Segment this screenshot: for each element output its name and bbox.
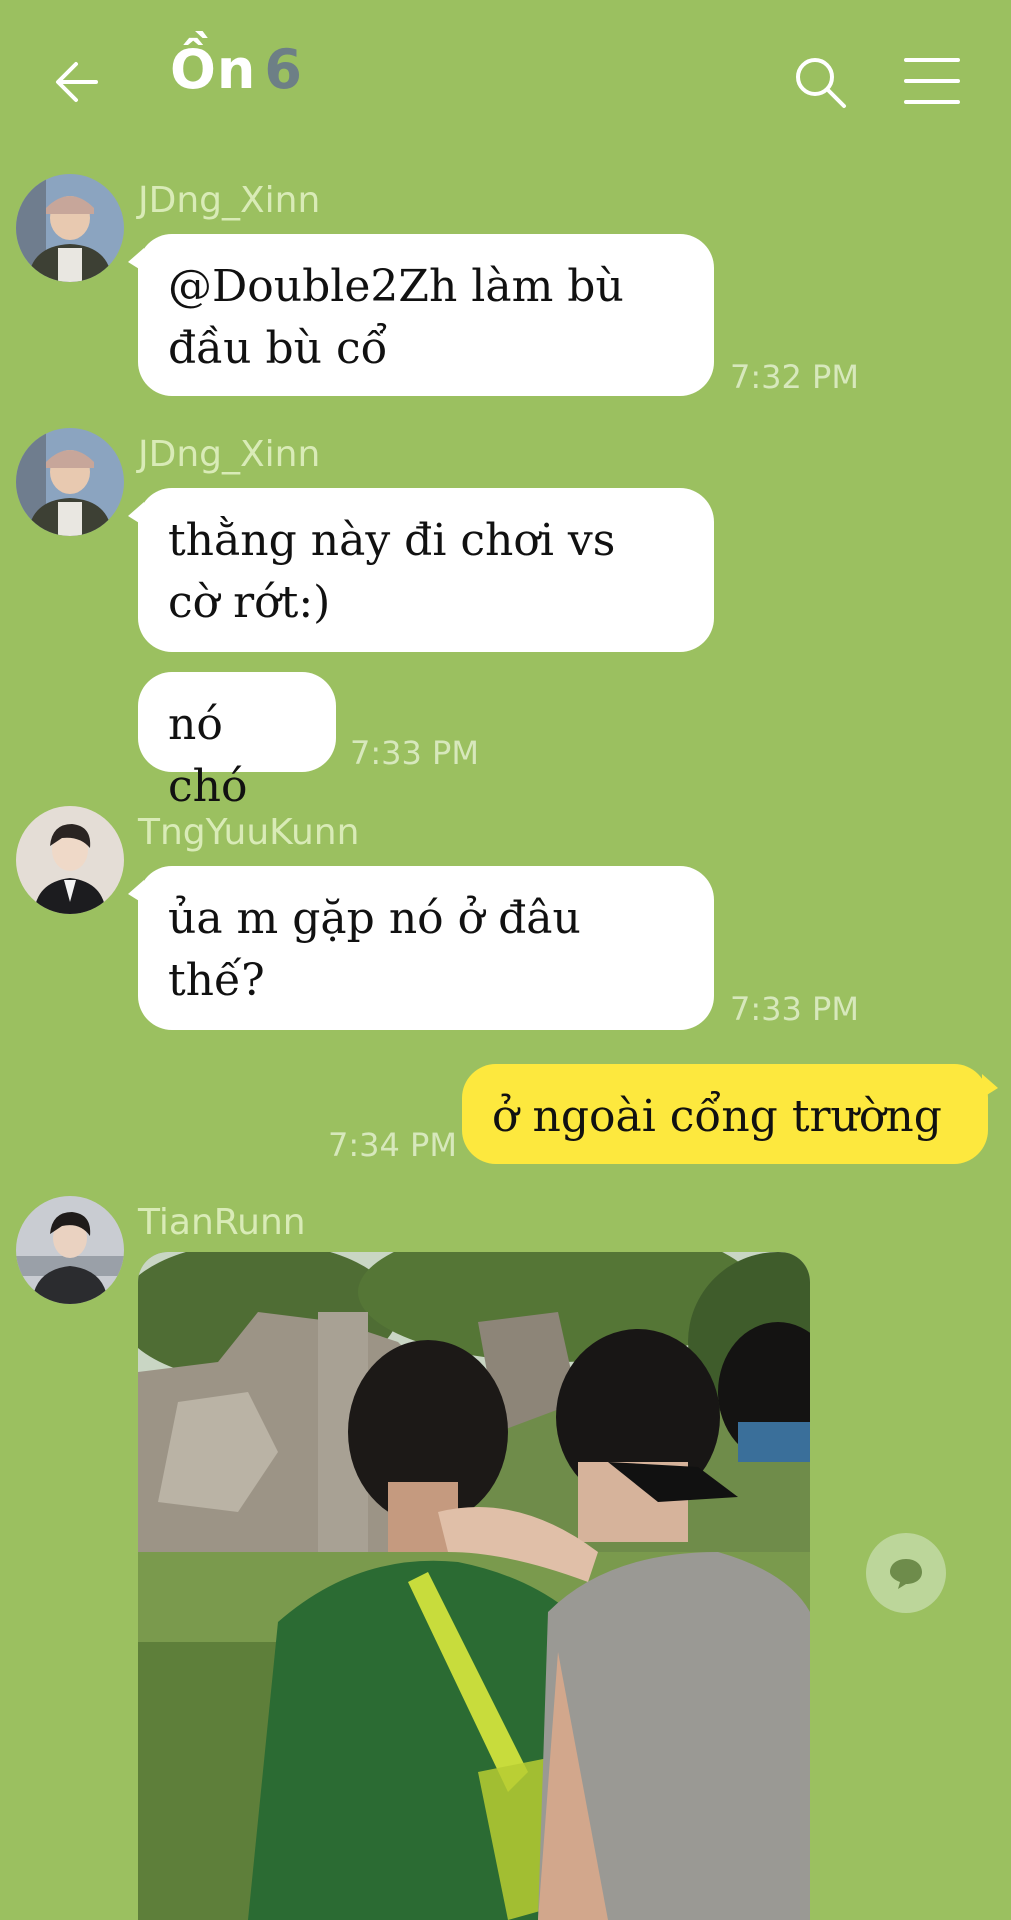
message-time: 7:32 PM	[730, 358, 859, 396]
message-text: ở ngoài cổng trường	[492, 1091, 942, 1142]
sender-name: TianRunn	[138, 1202, 306, 1243]
avatar-tianrunn[interactable]	[16, 1196, 124, 1304]
photo-image	[138, 1252, 810, 1920]
avatar-image	[16, 806, 124, 914]
chat-header: Ồn 6	[0, 0, 1011, 160]
message-time: 7:33 PM	[350, 734, 479, 772]
avatar-jdng-xinn[interactable]	[16, 174, 124, 282]
message-bubble[interactable]: nó chó	[138, 672, 336, 812]
message-text: cờ rớt:)	[168, 577, 331, 628]
message-text: @Double2Zh làm bù	[168, 261, 624, 312]
avatar-image	[16, 428, 124, 536]
message-text: đầu bù cổ	[168, 323, 388, 374]
shared-photo[interactable]	[138, 1252, 810, 1920]
message-bubble[interactable]: @Double2Zh làm bù đầu bù cổ	[128, 234, 714, 396]
chat-title: Ồn 6	[170, 38, 303, 101]
message-text: thằng này đi chơi vs	[168, 515, 616, 566]
sender-name: JDng_Xinn	[138, 434, 321, 475]
message-time: 7:34 PM	[328, 1126, 457, 1164]
message-text: nó chó	[168, 699, 248, 812]
message-bubble[interactable]: thằng này đi chơi vs cờ rớt:)	[128, 488, 714, 652]
message-text: ủa m gặp nó ở đâu	[168, 893, 581, 944]
avatar-image	[16, 1196, 124, 1304]
my-message-bubble[interactable]: ở ngoài cổng trường	[462, 1064, 998, 1164]
menu-icon	[904, 58, 960, 104]
search-button[interactable]	[790, 52, 850, 112]
quick-reply-button[interactable]	[866, 1533, 946, 1613]
avatar-tngyuukunn[interactable]	[16, 806, 124, 914]
message-time: 7:33 PM	[730, 990, 859, 1028]
group-name: Ồn	[170, 38, 257, 101]
back-button[interactable]	[50, 52, 110, 112]
menu-button[interactable]	[902, 56, 962, 106]
search-icon	[796, 58, 846, 108]
sender-name: JDng_Xinn	[138, 180, 321, 221]
sender-name: TngYuuKunn	[138, 812, 360, 853]
message-text: thế?	[168, 955, 265, 1006]
avatar-jdng-xinn[interactable]	[16, 428, 124, 536]
member-count: 6	[264, 38, 303, 101]
avatar-image	[16, 174, 124, 282]
chat-bubble-icon	[890, 1559, 922, 1589]
back-arrow-icon	[56, 62, 98, 102]
message-bubble[interactable]: ủa m gặp nó ở đâu thế?	[128, 866, 714, 1030]
